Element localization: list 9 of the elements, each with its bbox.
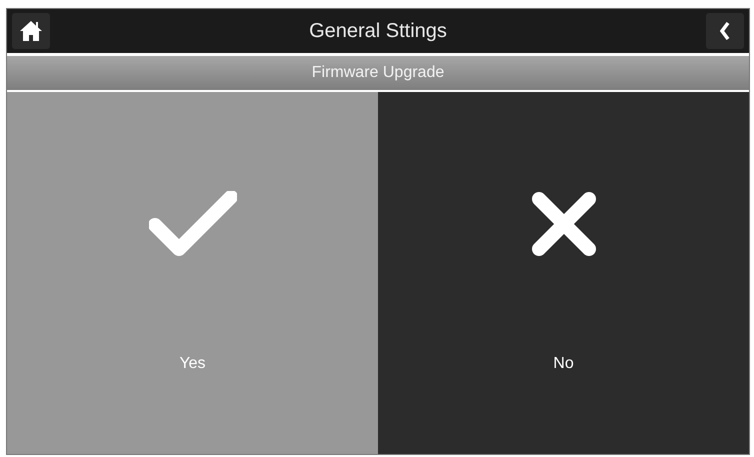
back-button[interactable] — [706, 13, 744, 49]
home-button[interactable] — [12, 13, 50, 49]
no-button[interactable]: No — [378, 92, 749, 454]
home-icon — [19, 20, 43, 42]
checkmark-icon — [148, 191, 236, 257]
close-icon — [530, 191, 596, 257]
back-icon — [720, 22, 730, 40]
section-title: Firmware Upgrade — [312, 64, 444, 82]
window-title: General Sttings — [309, 20, 447, 42]
